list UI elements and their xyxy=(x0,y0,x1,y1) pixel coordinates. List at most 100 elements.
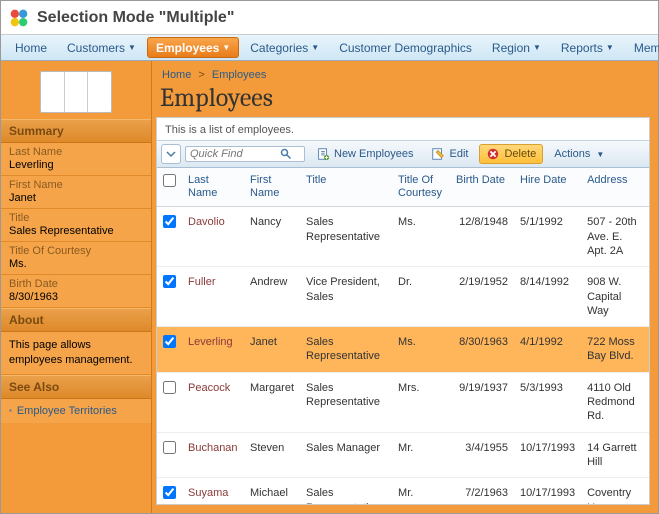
table-scroll[interactable]: Last NameFirst NameTitleTitle Of Courtes… xyxy=(157,168,649,504)
cell-hire: 4/1/1992 xyxy=(514,327,581,373)
nav-item-members[interactable]: Members xyxy=(625,37,659,58)
summary-value: Ms. xyxy=(1,257,151,275)
cell-firstname: Margaret xyxy=(244,372,300,432)
cell-courtesy: Dr. xyxy=(392,267,450,327)
cell-firstname: Steven xyxy=(244,432,300,478)
cell-title: Sales Representative xyxy=(300,327,392,373)
col-header[interactable]: Title Of Courtesy xyxy=(392,168,450,207)
search-icon xyxy=(280,148,292,160)
chevron-down-icon: ▼ xyxy=(128,43,136,52)
quick-find[interactable] xyxy=(185,146,305,162)
select-all-checkbox[interactable] xyxy=(163,174,176,187)
summary-value: Leverling xyxy=(1,158,151,176)
nav-item-home[interactable]: Home xyxy=(6,37,56,58)
table-row[interactable]: LeverlingJanetSales RepresentativeMs.8/3… xyxy=(157,327,649,373)
cell-firstname: Andrew xyxy=(244,267,300,327)
about-title: About xyxy=(1,308,151,332)
employees-table: Last NameFirst NameTitleTitle Of Courtes… xyxy=(157,168,649,504)
app-title: Selection Mode "Multiple" xyxy=(37,9,234,27)
seealso-link[interactable]: Employee Territories xyxy=(1,399,151,423)
col-header[interactable]: Last Name xyxy=(182,168,244,207)
cell-birth: 8/30/1963 xyxy=(450,327,514,373)
cell-address: 722 Moss Bay Blvd. xyxy=(581,327,649,373)
cell-courtesy: Mr. xyxy=(392,478,450,504)
app-header: Selection Mode "Multiple" xyxy=(1,1,658,35)
row-checkbox[interactable] xyxy=(163,486,176,499)
cell-lastname[interactable]: Leverling xyxy=(182,327,244,373)
table-row[interactable]: FullerAndrewVice President, SalesDr.2/19… xyxy=(157,267,649,327)
col-header[interactable]: Birth Date xyxy=(450,168,514,207)
content-panel: This is a list of employees. New Employe… xyxy=(156,117,650,505)
view-switch-button[interactable] xyxy=(161,144,181,164)
view-card-icon xyxy=(40,71,112,113)
cell-courtesy: Mr. xyxy=(392,432,450,478)
cell-address: 14 Garrett Hill xyxy=(581,432,649,478)
edit-button[interactable]: Edit xyxy=(424,144,475,164)
summary-value: Sales Representative xyxy=(1,224,151,242)
delete-icon xyxy=(486,147,500,161)
summary-label: First Name xyxy=(1,176,151,191)
chevron-down-icon: ▼ xyxy=(596,150,604,159)
cell-birth: 2/19/1952 xyxy=(450,267,514,327)
nav-item-customer-demographics[interactable]: Customer Demographics xyxy=(330,37,481,58)
cell-lastname[interactable]: Suyama xyxy=(182,478,244,504)
col-header[interactable]: Title xyxy=(300,168,392,207)
page-title: Employees xyxy=(156,83,650,113)
breadcrumb-current: Employees xyxy=(212,69,266,81)
main-area: Home > Employees Employees This is a lis… xyxy=(152,61,658,513)
nav-item-reports[interactable]: Reports▼ xyxy=(552,37,623,58)
cell-title: Sales Representative xyxy=(300,207,392,267)
cell-birth: 12/8/1948 xyxy=(450,207,514,267)
cell-hire: 8/14/1992 xyxy=(514,267,581,327)
cell-title: Sales Manager xyxy=(300,432,392,478)
new-button[interactable]: New Employees xyxy=(309,144,420,164)
list-description: This is a list of employees. xyxy=(157,118,649,140)
cell-hire: 10/17/1993 xyxy=(514,432,581,478)
table-row[interactable]: BuchananStevenSales ManagerMr.3/4/195510… xyxy=(157,432,649,478)
col-header[interactable]: Address xyxy=(581,168,649,207)
breadcrumb-home[interactable]: Home xyxy=(162,69,191,81)
cell-hire: 10/17/1993 xyxy=(514,478,581,504)
cell-lastname[interactable]: Fuller xyxy=(182,267,244,327)
nav-item-region[interactable]: Region▼ xyxy=(483,37,550,58)
cell-firstname: Janet xyxy=(244,327,300,373)
row-checkbox[interactable] xyxy=(163,275,176,288)
summary-value: 8/30/1963 xyxy=(1,290,151,308)
cell-birth: 9/19/1937 xyxy=(450,372,514,432)
cell-address: Coventry House Miner Rd. xyxy=(581,478,649,504)
cell-title: Sales Representative xyxy=(300,478,392,504)
nav-item-employees[interactable]: Employees▼ xyxy=(147,37,239,58)
toolbar: New Employees Edit Delete Actions▼ xyxy=(157,140,649,168)
cell-birth: 7/2/1963 xyxy=(450,478,514,504)
nav-item-categories[interactable]: Categories▼ xyxy=(241,37,328,58)
cell-courtesy: Ms. xyxy=(392,327,450,373)
cell-lastname[interactable]: Davolio xyxy=(182,207,244,267)
row-checkbox[interactable] xyxy=(163,381,176,394)
row-checkbox[interactable] xyxy=(163,335,176,348)
nav-item-customers[interactable]: Customers▼ xyxy=(58,37,145,58)
table-row[interactable]: PeacockMargaretSales RepresentativeMrs.9… xyxy=(157,372,649,432)
cell-hire: 5/3/1993 xyxy=(514,372,581,432)
col-header[interactable]: First Name xyxy=(244,168,300,207)
row-checkbox[interactable] xyxy=(163,215,176,228)
cell-lastname[interactable]: Peacock xyxy=(182,372,244,432)
cell-firstname: Michael xyxy=(244,478,300,504)
chevron-down-icon xyxy=(166,149,176,159)
about-text: This page allows employees management. xyxy=(1,332,151,375)
cell-address: 507 - 20th Ave. E. Apt. 2A xyxy=(581,207,649,267)
cell-title: Vice President, Sales xyxy=(300,267,392,327)
delete-button[interactable]: Delete xyxy=(479,144,543,164)
table-row[interactable]: DavolioNancySales RepresentativeMs.12/8/… xyxy=(157,207,649,267)
row-checkbox[interactable] xyxy=(163,441,176,454)
seealso-title: See Also xyxy=(1,375,151,399)
chevron-down-icon: ▼ xyxy=(311,43,319,52)
summary-label: Birth Date xyxy=(1,275,151,290)
col-header[interactable]: Hire Date xyxy=(514,168,581,207)
cell-courtesy: Ms. xyxy=(392,207,450,267)
cell-lastname[interactable]: Buchanan xyxy=(182,432,244,478)
actions-button[interactable]: Actions▼ xyxy=(547,145,611,163)
table-row[interactable]: SuyamaMichaelSales RepresentativeMr.7/2/… xyxy=(157,478,649,504)
chevron-down-icon: ▼ xyxy=(533,43,541,52)
cell-courtesy: Mrs. xyxy=(392,372,450,432)
quick-find-input[interactable] xyxy=(190,148,280,160)
